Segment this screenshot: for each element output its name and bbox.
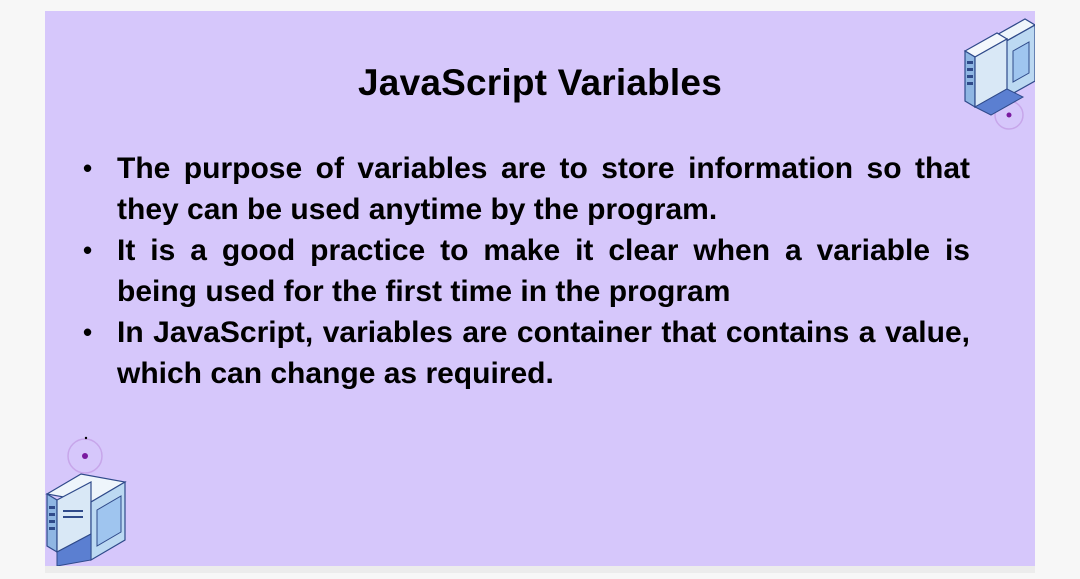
slide-title: JavaScript Variables	[358, 62, 722, 103]
bullet-dot: •	[83, 235, 93, 265]
slide: JavaScript Variables • The purpose of va…	[45, 11, 1035, 566]
bullet-item: • In JavaScript, variables are container…	[83, 312, 970, 394]
bullet-text: It is a good practice to make it clear w…	[117, 234, 970, 308]
server-illustration-icon	[45, 436, 127, 566]
bullet-item: • It is a good practice to make it clear…	[83, 230, 970, 312]
bullet-dot: •	[83, 317, 93, 347]
slide-bottom-edge	[45, 566, 1035, 573]
bullet-text: The purpose of variables are to store in…	[117, 152, 970, 226]
bullet-text: In JavaScript, variables are container t…	[117, 316, 970, 390]
bullet-list: • The purpose of variables are to store …	[83, 148, 970, 394]
bullet-item: • The purpose of variables are to store …	[83, 148, 970, 230]
bullet-dot: •	[83, 153, 93, 183]
